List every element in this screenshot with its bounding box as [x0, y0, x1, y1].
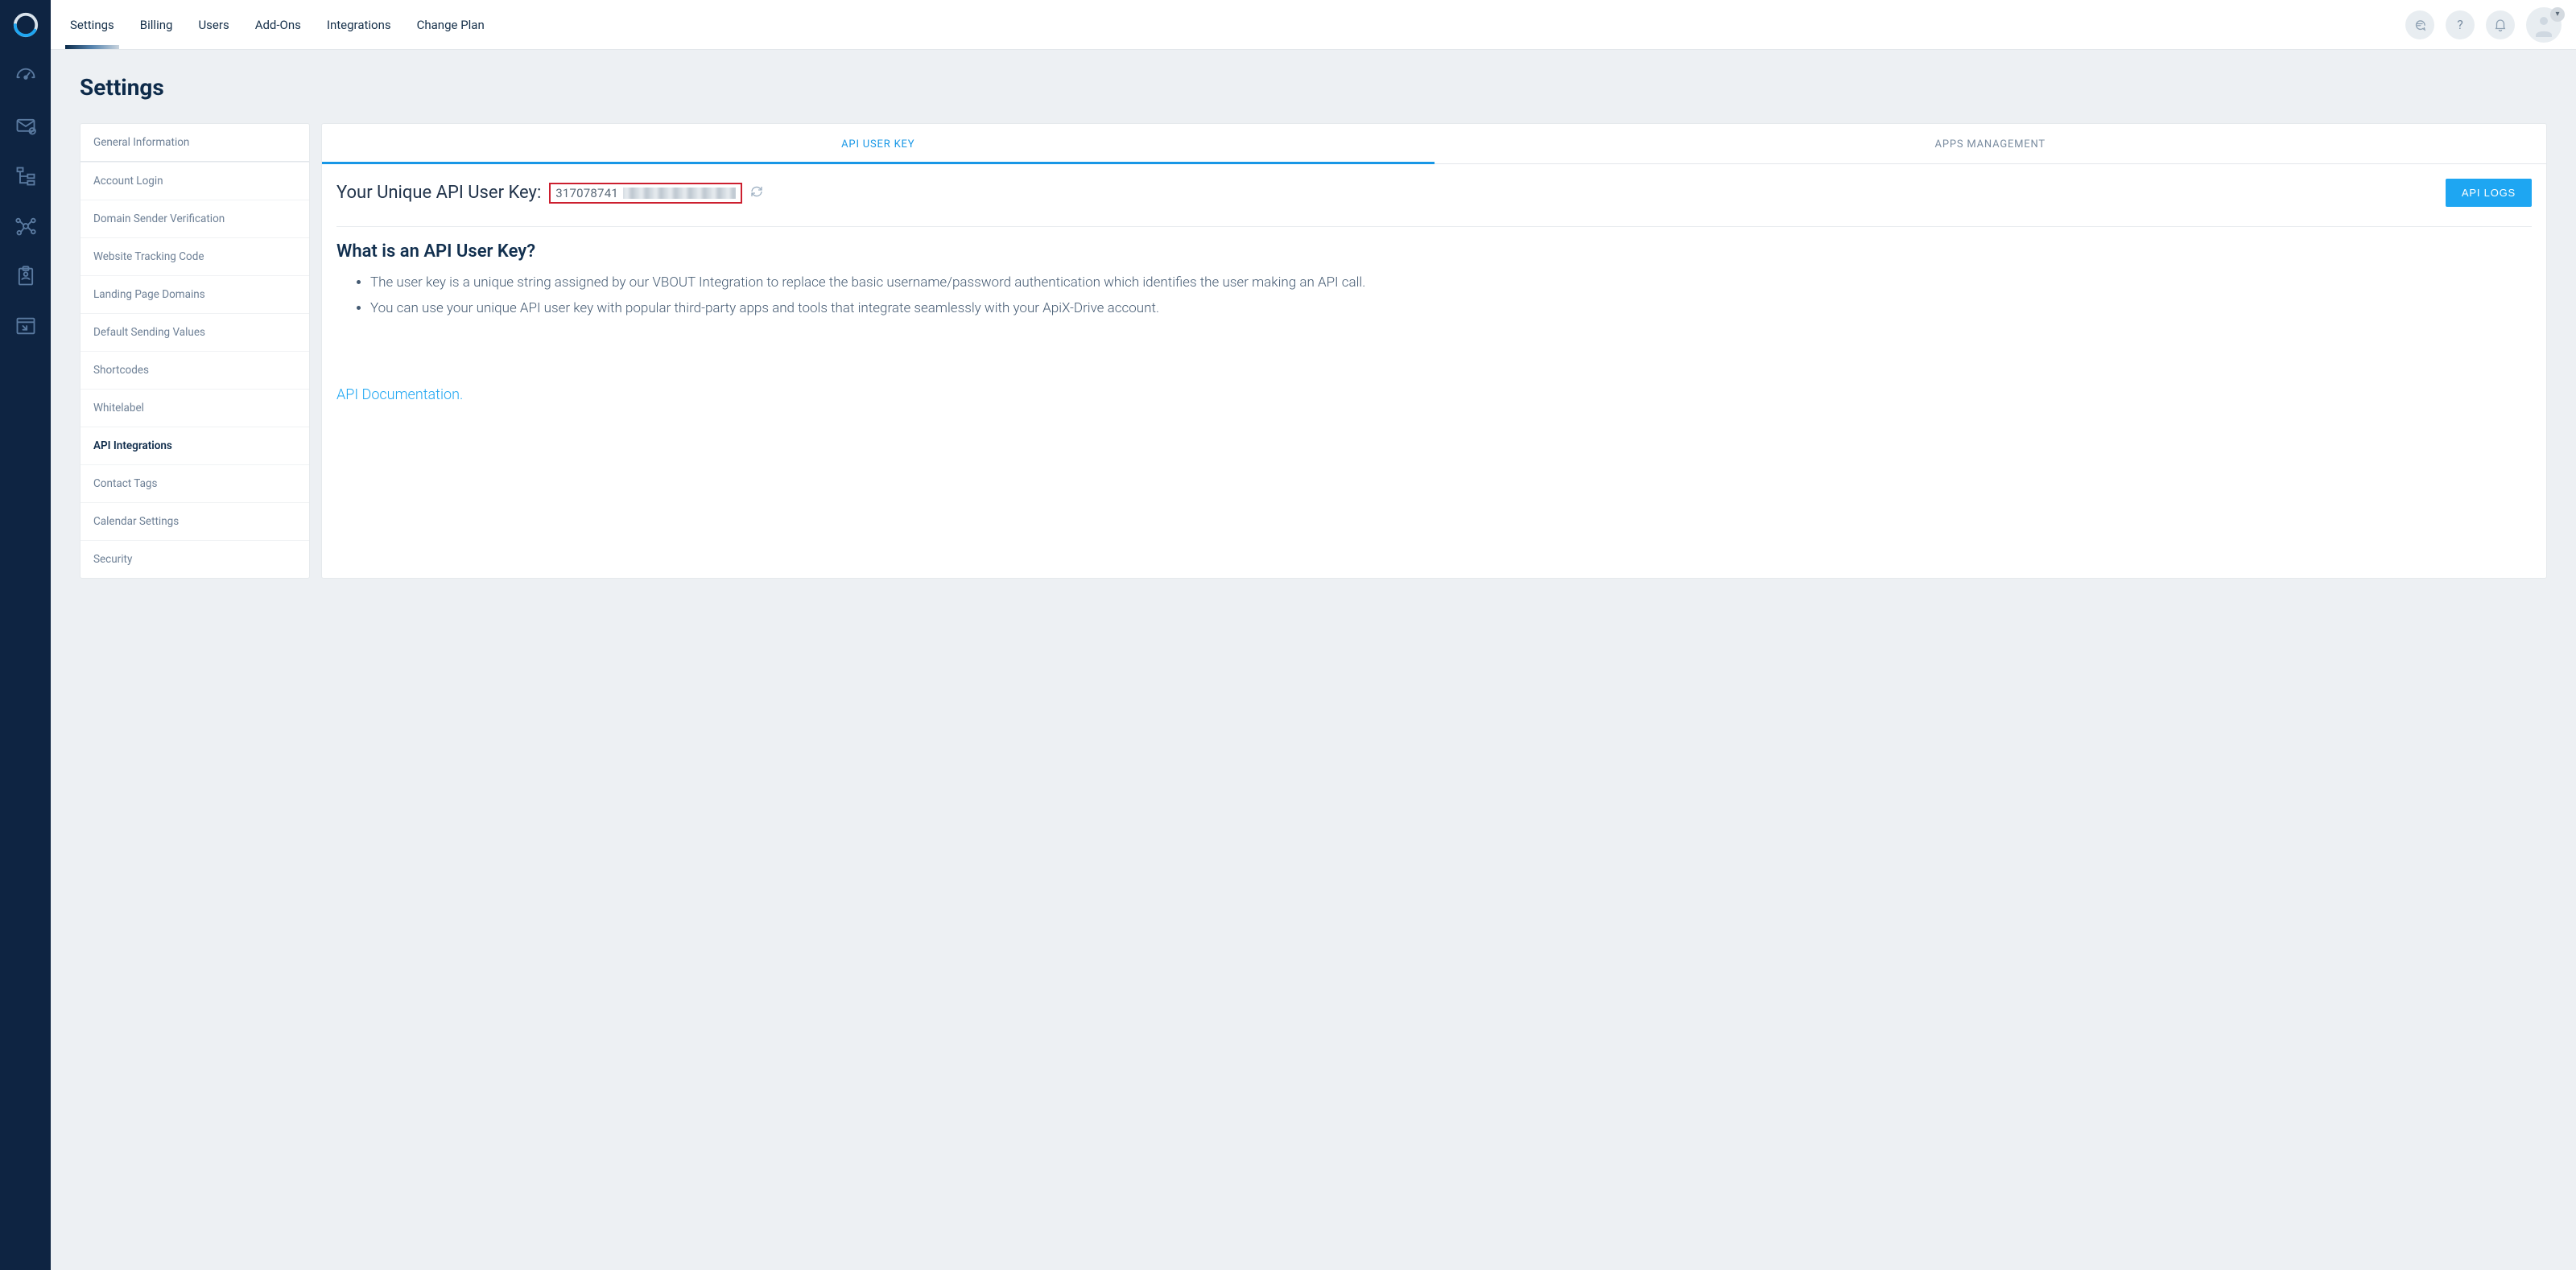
sidebar-item-label: Account Login — [93, 175, 163, 188]
settings-sidebar: General Information Account Login Domain… — [80, 123, 310, 579]
tab-label: API USER KEY — [841, 138, 914, 151]
sidebar-item-label: Security — [93, 553, 132, 566]
info-bullet: The user key is a unique string assigned… — [370, 273, 2532, 294]
bell-icon[interactable] — [2486, 10, 2515, 39]
left-nav — [0, 0, 51, 1270]
divider — [336, 226, 2532, 227]
sidebar-item-label: Default Sending Values — [93, 326, 205, 339]
topnav: Settings Billing Users Add-Ons Integrati… — [57, 0, 497, 49]
topnav-label: Integrations — [327, 18, 391, 32]
api-documentation-link[interactable]: API Documentation. — [336, 386, 463, 403]
sidebar-item-label: Domain Sender Verification — [93, 212, 225, 225]
panel: API USER KEY APPS MANAGEMENT Your Unique… — [321, 123, 2547, 579]
tab-label: APPS MANAGEMENT — [1935, 138, 2046, 151]
sidebar-item-contact-tags[interactable]: Contact Tags — [80, 464, 309, 502]
sidebar-item-domain-sender-verification[interactable]: Domain Sender Verification — [80, 200, 309, 237]
browser-icon[interactable] — [12, 312, 39, 340]
topnav-label: Settings — [70, 18, 114, 32]
chevron-down-icon[interactable]: ▾ — [2550, 7, 2565, 22]
info-bullet: You can use your unique API user key wit… — [370, 299, 2532, 320]
sidebar-item-api-integrations[interactable]: API Integrations — [80, 427, 309, 464]
topnav-label: Change Plan — [417, 18, 485, 32]
topnav-integrations[interactable]: Integrations — [314, 0, 404, 49]
brand-logo-icon[interactable] — [12, 11, 39, 39]
sidebar-item-label: Whitelabel — [93, 402, 144, 414]
sidebar-item-whitelabel[interactable]: Whitelabel — [80, 389, 309, 427]
sidebar-item-label: Website Tracking Code — [93, 250, 204, 263]
tab-api-user-key[interactable]: API USER KEY — [322, 124, 1435, 163]
top-actions: ? ▾ — [2405, 7, 2562, 43]
button-label: API LOGS — [2462, 187, 2516, 199]
sidebar-item-label: Contact Tags — [93, 477, 157, 490]
sidebar-item-security[interactable]: Security — [80, 540, 309, 578]
flow-icon[interactable] — [12, 163, 39, 190]
topnav-label: Add-Ons — [255, 18, 301, 32]
help-icon[interactable]: ? — [2446, 10, 2475, 39]
topnav-billing[interactable]: Billing — [127, 0, 186, 49]
sidebar-item-label: Calendar Settings — [93, 515, 179, 528]
api-logs-button[interactable]: API LOGS — [2446, 179, 2532, 207]
topnav-settings[interactable]: Settings — [57, 0, 127, 49]
sidebar-item-default-sending-values[interactable]: Default Sending Values — [80, 313, 309, 351]
api-key-visible-part: 317078741 — [555, 186, 618, 200]
sidebar-item-label: Landing Page Domains — [93, 288, 205, 301]
help-label: ? — [2457, 17, 2463, 32]
topnav-label: Billing — [140, 18, 173, 32]
sidebar-item-shortcodes[interactable]: Shortcodes — [80, 351, 309, 389]
tab-apps-management[interactable]: APPS MANAGEMENT — [1435, 124, 2547, 163]
page-title: Settings — [80, 74, 2547, 101]
avatar[interactable]: ▾ — [2526, 7, 2562, 43]
topnav-change-plan[interactable]: Change Plan — [404, 0, 497, 49]
api-key-value: 317078741 — [549, 183, 742, 204]
sidebar-item-account-login[interactable]: Account Login — [80, 162, 309, 200]
info-title: What is an API User Key? — [336, 241, 2532, 262]
tabs: API USER KEY APPS MANAGEMENT — [322, 124, 2546, 164]
topnav-users[interactable]: Users — [185, 0, 242, 49]
sidebar-item-calendar-settings[interactable]: Calendar Settings — [80, 502, 309, 540]
sidebar-item-landing-page-domains[interactable]: Landing Page Domains — [80, 275, 309, 313]
info-bullets: The user key is a unique string assigned… — [336, 273, 2532, 319]
content: Settings General Information Account Log… — [51, 50, 2576, 611]
dashboard-icon[interactable] — [12, 63, 39, 90]
regenerate-key-icon[interactable] — [750, 185, 763, 201]
sidebar-item-website-tracking-code[interactable]: Website Tracking Code — [80, 237, 309, 275]
network-icon[interactable] — [12, 212, 39, 240]
topnav-label: Users — [198, 18, 229, 32]
sidebar-item-label: Shortcodes — [93, 364, 149, 377]
api-key-redacted-part — [623, 188, 736, 199]
sidebar-item-label: General Information — [93, 136, 189, 149]
chat-icon[interactable] — [2405, 10, 2434, 39]
clipboard-icon[interactable] — [12, 262, 39, 290]
api-key-label: Your Unique API User Key: — [336, 183, 541, 203]
link-label: API Documentation. — [336, 386, 463, 403]
sidebar-item-general-information[interactable]: General Information — [80, 124, 309, 162]
email-icon[interactable] — [12, 113, 39, 140]
topnav-addons[interactable]: Add-Ons — [242, 0, 314, 49]
sidebar-item-label: API Integrations — [93, 439, 172, 452]
topbar: Settings Billing Users Add-Ons Integrati… — [51, 0, 2576, 50]
